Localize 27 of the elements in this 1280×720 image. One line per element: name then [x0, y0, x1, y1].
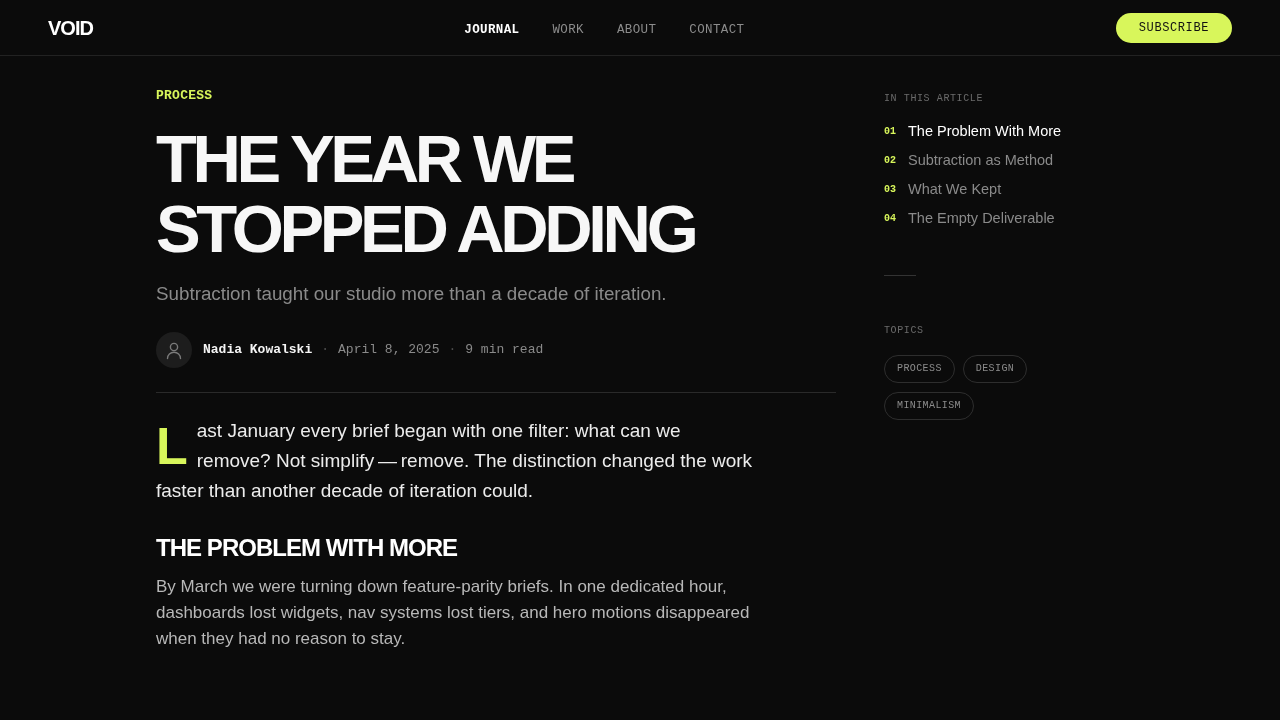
byline-meta: 9 min read	[465, 342, 544, 358]
toc-number: 04	[884, 212, 897, 226]
nav-link[interactable]: JOURNAL	[464, 21, 520, 38]
toc-number: 03	[884, 183, 897, 197]
author-name: Nadia Kowalski	[203, 342, 313, 358]
article-subtitle: Subtraction taught our studio more than a decade of iteration.	[156, 282, 667, 306]
toc-link[interactable]: What We Kept	[908, 179, 1002, 199]
body-paragraph: By March we were turning down feature-parity briefs. In one dedicated hour, dashboards lost widgets, nav systems lost tiers, and hero motions disappeared when they had no reason to stay.	[156, 576, 751, 650]
toc-link[interactable]: The Empty Deliverable	[908, 208, 1055, 228]
toc-link[interactable]: Subtraction as Method	[908, 150, 1054, 170]
subscribe-button[interactable]: SUBSCRIBE	[1115, 12, 1232, 43]
nav-link[interactable]: ABOUT	[616, 21, 657, 38]
separator-dot: ·	[321, 342, 330, 358]
logo[interactable]: VOID	[48, 15, 93, 40]
toc-label: IN THIS ARTICLE	[884, 92, 983, 106]
nav-link[interactable]: CONTACT	[689, 21, 745, 38]
toc-number: 02	[884, 154, 897, 168]
article-title: THE YEAR WE STOPPED ADDING	[156, 124, 696, 264]
byline-meta: April 8, 2025	[338, 342, 440, 358]
topics-label: TOPICS	[884, 324, 924, 338]
separator-dot: ·	[448, 342, 457, 358]
section-heading: THE PROBLEM WITH MORE	[156, 533, 458, 563]
nav-link[interactable]: WORK	[552, 21, 584, 38]
toc-number: 01	[884, 125, 897, 139]
toc-link[interactable]: The Problem With More	[908, 121, 1062, 141]
avatar-icon	[156, 332, 192, 368]
category-label: PROCESS	[156, 88, 213, 104]
